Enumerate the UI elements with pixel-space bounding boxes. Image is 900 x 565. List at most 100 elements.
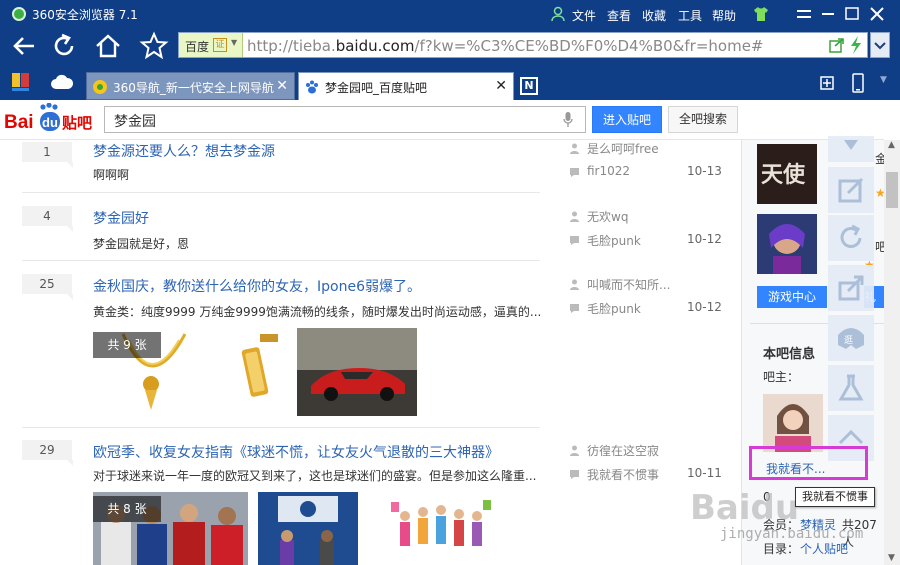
thread-title-link[interactable]: 梦金园好 xyxy=(93,208,149,228)
directory-label: 目录： xyxy=(763,542,800,556)
search-engine-selector[interactable]: 百度 证 ▼ xyxy=(179,33,243,57)
game-center-button[interactable]: 游戏中心 xyxy=(757,286,827,308)
thread-thumbnail[interactable] xyxy=(385,492,495,565)
svg-text:天使: 天使 xyxy=(761,163,806,188)
search-all-tieba-button[interactable]: 全吧搜索 xyxy=(668,106,738,133)
refresh-icon[interactable] xyxy=(48,30,80,62)
svg-text:贴吧: 贴吧 xyxy=(62,114,92,132)
tab-menu-chevron-icon[interactable]: ▼ xyxy=(880,75,887,85)
tieba-search-header: Bai du 贴吧 梦金园 进入贴吧 全吧搜索 xyxy=(0,100,884,140)
menu-view[interactable]: 查看 xyxy=(607,7,631,24)
favicon-paw-icon xyxy=(306,80,318,94)
last-replier[interactable]: fir1022 xyxy=(587,164,630,178)
chevron-down-icon xyxy=(874,42,886,50)
back-icon[interactable] xyxy=(8,30,40,62)
thread-thumbnail[interactable] xyxy=(258,492,358,565)
certificate-badge: 证 xyxy=(213,38,227,52)
close-icon[interactable] xyxy=(866,4,888,24)
flask-icon xyxy=(838,374,864,401)
restore-tabs-icon[interactable] xyxy=(820,76,834,90)
thread-title-link[interactable]: 金秋国庆，教你送什么给你的女友，Ipone6弱爆了。 xyxy=(93,276,421,296)
thread-thumbnail[interactable] xyxy=(297,328,417,416)
menu-help[interactable]: 帮助 xyxy=(712,7,736,24)
menu-favorites[interactable]: 收藏 xyxy=(642,7,666,24)
reply-count: 1 xyxy=(22,142,73,168)
minimize-icon[interactable] xyxy=(817,4,839,24)
thread-author[interactable]: 彷徨在这空寂 xyxy=(587,442,659,459)
url-text[interactable]: http://tieba.baidu.com/f?kw=%C3%CE%BD%F0… xyxy=(247,37,764,55)
float-btn-refresh[interactable] xyxy=(828,215,874,261)
scroll-down-icon[interactable]: ▼ xyxy=(888,553,895,563)
reply-icon xyxy=(570,168,579,177)
thread-author[interactable]: 无欢wq xyxy=(587,208,628,225)
game-thumbnail-character[interactable] xyxy=(757,214,817,274)
float-btn-share[interactable] xyxy=(828,265,874,311)
svg-text:du: du xyxy=(42,115,58,130)
microphone-icon[interactable] xyxy=(563,112,573,128)
float-btn-lab[interactable] xyxy=(828,365,874,411)
thread-thumbnail[interactable]: 共 8 张 xyxy=(93,492,248,565)
owner-avatar[interactable] xyxy=(763,394,823,452)
scroll-up-icon[interactable]: ▲ xyxy=(888,140,895,150)
maximize-icon[interactable] xyxy=(841,4,863,24)
shopping-girls-image xyxy=(391,500,491,546)
new-tab-button[interactable]: N xyxy=(520,77,538,95)
user-icon[interactable] xyxy=(550,6,566,22)
menu-tools[interactable]: 工具 xyxy=(678,7,702,24)
float-btn-post[interactable] xyxy=(828,167,874,213)
mobile-icon[interactable] xyxy=(852,73,864,93)
title-bar: 360安全浏览器 7.1 文件 查看 收藏 工具 帮助 xyxy=(0,0,900,28)
close-tab-icon[interactable]: ✕ xyxy=(276,78,288,94)
search-engine-name: 百度 xyxy=(185,40,210,54)
reply-count: 4 xyxy=(22,206,73,232)
tieba-search-input[interactable]: 梦金园 xyxy=(104,106,586,133)
last-replier[interactable]: 毛脸punk xyxy=(587,232,641,249)
thread-title-link[interactable]: 梦金源还要人么？想去梦金源 xyxy=(93,141,275,161)
menu-icon[interactable] xyxy=(793,4,815,24)
thread-abstract: 黄金类：纯度9999 万纯金9999饱满流畅的线条，随时爆发出时尚运动感，逼真的… xyxy=(93,305,542,319)
svg-text:逛: 逛 xyxy=(844,334,853,346)
thread-title-link[interactable]: 欧冠季、收复女友指南《球迷不慌，让女友火气退散的三大神器》 xyxy=(93,442,499,462)
champions-league-final-image xyxy=(258,492,358,565)
image-count-badge: 共 9 张 xyxy=(93,332,161,358)
thread-author[interactable]: 叫喊而不知所... xyxy=(587,276,670,293)
heart-icon xyxy=(844,140,858,150)
page-scrollbar[interactable]: ▲ ▼ xyxy=(884,140,900,565)
url-dropdown-button[interactable] xyxy=(870,32,890,58)
address-field[interactable]: 百度 证 ▼ http://tieba.baidu.com/f?kw=%C3%C… xyxy=(178,32,868,58)
last-reply-date: 10-13 xyxy=(687,164,722,178)
thread-thumbnail[interactable] xyxy=(218,328,293,416)
thread-author[interactable]: 是么呵呵free xyxy=(587,140,659,157)
author-icon xyxy=(570,211,579,222)
directory-link[interactable]: 个人贴吧 xyxy=(800,540,848,557)
tab-mengjinyuan-tieba[interactable]: 梦金园吧_百度贴吧 ✕ xyxy=(298,72,514,100)
baidu-tieba-logo[interactable]: Bai du 贴吧 xyxy=(4,103,96,137)
tab-bar: 360导航_新一代安全上网导航 ✕ 梦金园吧_百度贴吧 ✕ N ▼ xyxy=(0,64,900,100)
baidu-jingyan-watermark: Baidu xyxy=(690,488,800,528)
tab-360-navigation[interactable]: 360导航_新一代安全上网导航 ✕ xyxy=(86,72,295,100)
forum-info-title: 本吧信息 xyxy=(763,347,816,362)
favorite-star-icon[interactable] xyxy=(138,30,170,62)
sidebar-toggle-icon[interactable] xyxy=(12,73,30,91)
float-btn-heart[interactable] xyxy=(828,136,874,162)
annotation-highlight-box xyxy=(749,446,868,480)
speed-mode-icon[interactable] xyxy=(849,36,863,54)
enter-tieba-button[interactable]: 进入贴吧 xyxy=(592,106,662,133)
close-tab-icon[interactable]: ✕ xyxy=(495,78,507,94)
thread-thumbnail[interactable]: 共 9 张 xyxy=(93,328,213,416)
scrollbar-thumb[interactable] xyxy=(886,172,898,208)
reply-icon xyxy=(570,236,579,245)
menu-file[interactable]: 文件 xyxy=(572,7,596,24)
refresh-icon xyxy=(840,224,862,248)
last-replier[interactable]: 我就看不惯事 xyxy=(587,466,659,483)
last-replier[interactable]: 毛脸punk xyxy=(587,300,641,317)
thread-abstract: 梦金园就是好，恩 xyxy=(93,237,190,251)
skin-icon[interactable] xyxy=(753,6,769,22)
last-reply-date: 10-11 xyxy=(687,466,722,480)
share-icon[interactable] xyxy=(829,37,845,53)
float-btn-browse[interactable]: 逛 xyxy=(828,315,874,361)
cloud-icon[interactable] xyxy=(50,73,74,91)
home-icon[interactable] xyxy=(92,30,124,62)
last-reply-date: 10-12 xyxy=(687,232,722,246)
game-thumbnail-tianshi[interactable]: 天使 xyxy=(757,144,817,204)
